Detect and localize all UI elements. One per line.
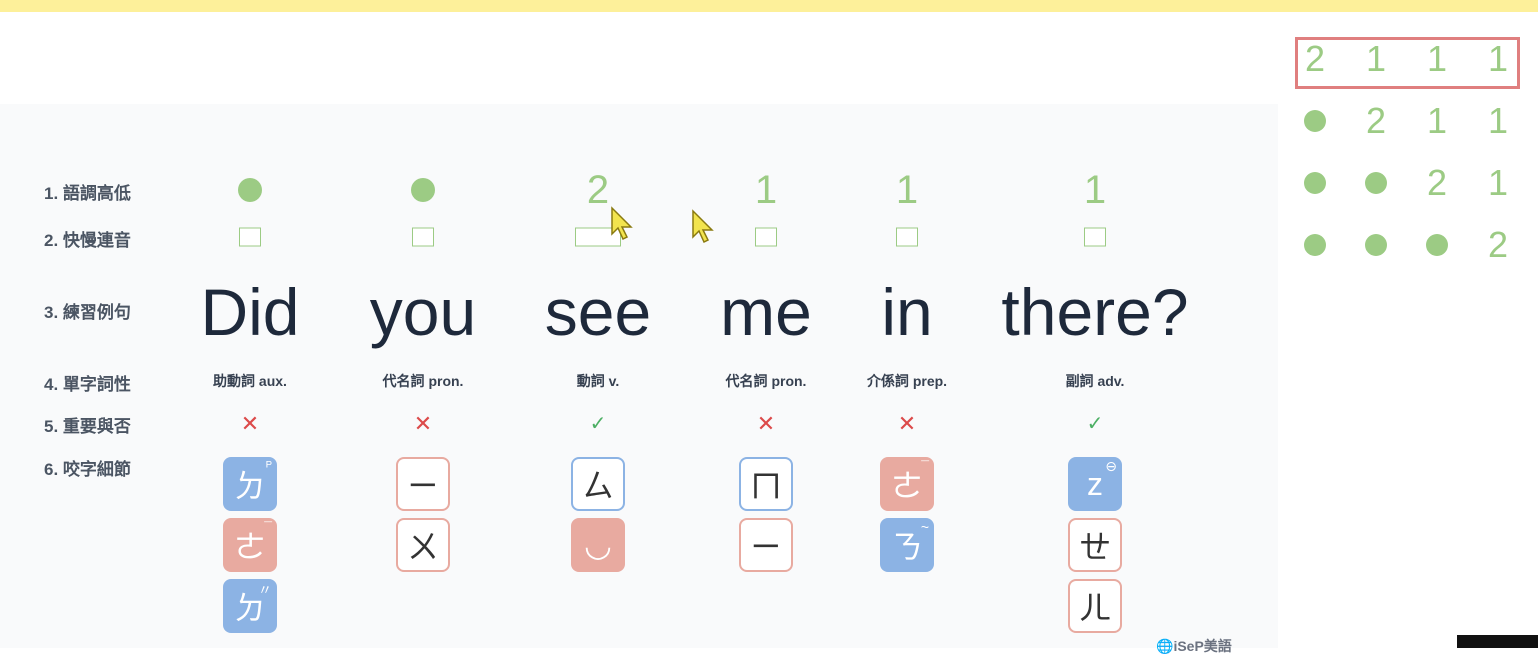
cursor-icon <box>692 209 714 244</box>
phonetic-symbol: ㄜ <box>890 468 923 504</box>
tone-number: 1 <box>895 168 919 212</box>
cross-icon: ✕ <box>413 411 433 436</box>
part-of-speech: 動詞 v. <box>576 373 620 389</box>
pattern-dot <box>1365 234 1387 256</box>
linking-checkbox[interactable] <box>239 227 261 247</box>
phonetic-tile[interactable]: ㄇ <box>739 457 793 511</box>
phonetic-tile[interactable]: ◡ <box>571 518 625 572</box>
phonetic-symbol: ㄉ <box>233 468 266 504</box>
phonetic-symbol: ㄇ <box>749 468 782 504</box>
phonetic-tile[interactable]: ㄧ <box>739 518 793 572</box>
pattern-row[interactable]: 2111 <box>1284 28 1538 90</box>
row-label: 1. 語調高低 <box>44 184 131 203</box>
tone-dot <box>411 178 435 202</box>
pattern-dot <box>1426 234 1448 256</box>
practice-word: me <box>720 275 812 349</box>
phonetic-tile[interactable]: z ⊖ <box>1068 457 1122 511</box>
cross-icon: ✕ <box>897 411 917 436</box>
phonetic-symbol: ㄙ <box>581 468 614 504</box>
phonetic-tile[interactable]: ㄜ ¯ <box>223 518 277 572</box>
cross-icon: ✕ <box>756 411 776 436</box>
practice-word: you <box>369 275 477 349</box>
pattern-dot <box>1304 234 1326 256</box>
phonetic-tile[interactable]: ㄙ <box>571 457 625 511</box>
phonetic-tile[interactable]: ㄉ〃 <box>223 579 277 633</box>
cross-icon: ✕ <box>240 411 260 436</box>
check-icon: ✓ <box>1086 413 1104 435</box>
linking-checkbox[interactable] <box>896 227 918 247</box>
tone-number: 2 <box>586 168 610 212</box>
practice-word: there? <box>1001 275 1189 349</box>
practice-word: Did <box>200 275 300 349</box>
pattern-number: 2 <box>1365 100 1387 141</box>
phonetic-tile[interactable]: ㄜ ¯ <box>880 457 934 511</box>
logo-text: iSeP美語 <box>1173 638 1232 654</box>
phonetic-tile[interactable]: ㄋ ~ <box>880 518 934 572</box>
part-of-speech: 代名詞 pron. <box>725 373 807 389</box>
globe-icon: 🌐 <box>1156 638 1174 654</box>
tone-number: 1 <box>1083 168 1107 212</box>
phonetic-symbol: ◡ <box>584 527 612 563</box>
pattern-number: 2 <box>1487 224 1509 265</box>
top-banner <box>0 0 1538 12</box>
phonetic-modifier: ⊖ <box>1105 458 1117 474</box>
phonetic-tile[interactable]: ㄨ <box>396 518 450 572</box>
row-label: 2. 快慢連音 <box>44 231 131 250</box>
phonetic-symbol: ㄜ <box>233 529 266 565</box>
tone-number: 1 <box>754 168 778 212</box>
pattern-number: 1 <box>1426 100 1448 141</box>
brand-logo: 🌐iSeP美語 <box>1156 636 1232 656</box>
part-of-speech: 介係詞 prep. <box>866 373 948 389</box>
pattern-dot <box>1304 172 1326 194</box>
tone-dot <box>238 178 262 202</box>
phonetic-symbol: ㄝ <box>1078 529 1111 565</box>
pattern-number: 1 <box>1365 38 1387 79</box>
pattern-number: 2 <box>1304 38 1326 79</box>
pattern-row[interactable]: 211 <box>1284 90 1538 152</box>
row-label: 5. 重要與否 <box>44 417 131 436</box>
phonetic-modifier: ¯ <box>264 519 272 535</box>
video-overlay <box>1457 635 1538 648</box>
practice-word: in <box>881 275 933 349</box>
part-of-speech: 副詞 adv. <box>1065 373 1125 389</box>
phonetic-modifier: ~ <box>920 519 929 535</box>
row-label: 6. 咬字細節 <box>44 460 131 479</box>
phonetic-symbol: ㄧ <box>749 529 782 565</box>
check-icon: ✓ <box>589 413 607 435</box>
phonetic-tile[interactable]: ㄉᴾ <box>223 457 277 511</box>
pattern-number: 1 <box>1487 100 1509 141</box>
phonetic-symbol: ㄋ <box>890 529 923 565</box>
pattern-number: 2 <box>1426 162 1448 203</box>
pattern-dot <box>1304 110 1326 132</box>
part-of-speech: 助動詞 aux. <box>213 373 287 389</box>
linking-checkbox[interactable] <box>755 227 777 247</box>
part-of-speech: 代名詞 pron. <box>382 373 464 389</box>
pattern-dot <box>1365 172 1387 194</box>
phonetic-tile[interactable]: ㄝ <box>1068 518 1122 572</box>
linking-checkbox[interactable] <box>412 227 434 247</box>
phonetic-tile[interactable]: ㄧ <box>396 457 450 511</box>
phonetic-modifier: ¯ <box>921 458 929 474</box>
phonetic-modifier: ᴾ <box>266 458 272 474</box>
phonetic-symbol: ㄦ <box>1078 590 1111 626</box>
pattern-number: 1 <box>1487 162 1509 203</box>
pattern-number: 1 <box>1487 38 1509 79</box>
phonetic-symbol: ㄧ <box>406 468 439 504</box>
pattern-row[interactable]: 2 <box>1284 214 1538 276</box>
pattern-row[interactable]: 21 <box>1284 152 1538 214</box>
phonetic-symbol: z <box>1087 465 1103 502</box>
phonetic-tile[interactable]: ㄦ <box>1068 579 1122 633</box>
pattern-number: 1 <box>1426 38 1448 79</box>
row-label: 3. 練習例句 <box>44 303 131 322</box>
linking-checkbox[interactable] <box>1084 227 1106 247</box>
practice-word: see <box>544 275 652 349</box>
phonetic-modifier: 〃 <box>258 582 272 598</box>
phonetic-symbol: ㄨ <box>406 529 439 565</box>
cursor-icon <box>611 206 633 241</box>
row-label: 4. 單字詞性 <box>44 375 131 394</box>
